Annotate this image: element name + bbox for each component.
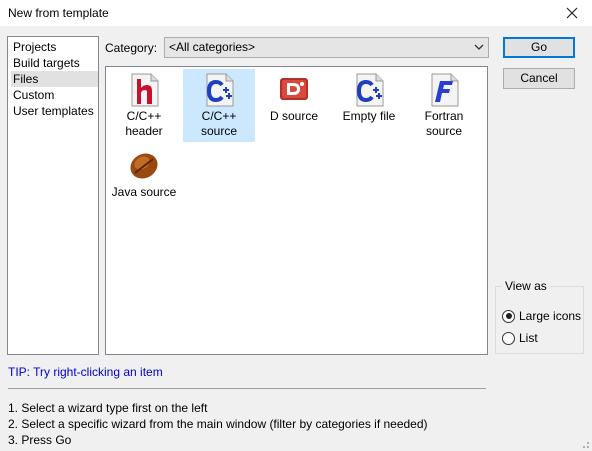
template-label: Java source [111, 185, 177, 199]
cpp-header-icon [131, 73, 159, 107]
go-button[interactable]: Go [503, 37, 575, 58]
instruction-line: 2. Select a specific wizard from the mai… [8, 417, 428, 431]
wizard-type-projects[interactable]: Projects [11, 39, 98, 55]
template-cpp-header[interactable]: C/C++ header [108, 69, 180, 142]
window-title: New from template [8, 6, 109, 20]
template-grid[interactable]: C/C++ header C/C++ source D source Empty… [105, 66, 488, 355]
template-d-source[interactable]: D source [258, 69, 330, 127]
template-fortran-source[interactable]: Fortran source [408, 69, 480, 142]
template-empty-file[interactable]: Empty file [333, 69, 405, 127]
close-icon [566, 7, 578, 19]
category-label: Category: [105, 41, 158, 55]
empty-file-icon [356, 73, 384, 107]
template-label: D source [269, 109, 319, 123]
java-source-icon [130, 153, 158, 179]
view-large-icons-option[interactable]: Large icons [502, 308, 581, 324]
instruction-line: 3. Press Go [8, 433, 72, 447]
template-cpp-source[interactable]: C/C++ source [183, 69, 255, 142]
wizard-type-user-templates[interactable]: User templates [11, 103, 98, 119]
template-label: Fortran source [424, 109, 464, 138]
category-select[interactable]: <All categories> [164, 37, 489, 58]
chevron-down-icon [474, 44, 484, 50]
radio-large-icons[interactable] [502, 309, 515, 323]
template-label: C/C++ header [125, 109, 163, 138]
instructions: 1. Select a wizard type first on the lef… [8, 400, 428, 448]
wizard-type-custom[interactable]: Custom [11, 87, 98, 103]
close-button[interactable] [552, 0, 592, 26]
view-as-legend: View as [502, 279, 550, 293]
cancel-button[interactable]: Cancel [503, 68, 575, 89]
fortran-source-icon [431, 73, 459, 107]
instruction-line: 1. Select a wizard type first on the lef… [8, 401, 208, 415]
separator [8, 388, 486, 389]
view-as-group: View as Large icons List [495, 279, 584, 354]
radio-list[interactable] [502, 331, 515, 345]
title-bar: New from template [0, 0, 592, 26]
d-source-icon [280, 78, 308, 100]
wizard-type-files[interactable]: Files [11, 71, 98, 87]
cpp-source-icon [206, 73, 234, 107]
resize-grip-icon[interactable] [580, 439, 590, 449]
radio-label: Large icons [519, 309, 582, 323]
template-java-source[interactable]: Java source [108, 145, 180, 203]
wizard-type-build-targets[interactable]: Build targets [11, 55, 98, 71]
tip-text: TIP: Try right-clicking an item [8, 365, 163, 379]
wizard-type-list[interactable]: Projects Build targets Files Custom User… [7, 36, 99, 355]
template-label: Empty file [342, 109, 396, 123]
category-value: <All categories> [169, 40, 256, 54]
view-list-option[interactable]: List [502, 330, 538, 346]
radio-label: List [519, 331, 538, 345]
template-label: C/C++ source [200, 109, 238, 138]
